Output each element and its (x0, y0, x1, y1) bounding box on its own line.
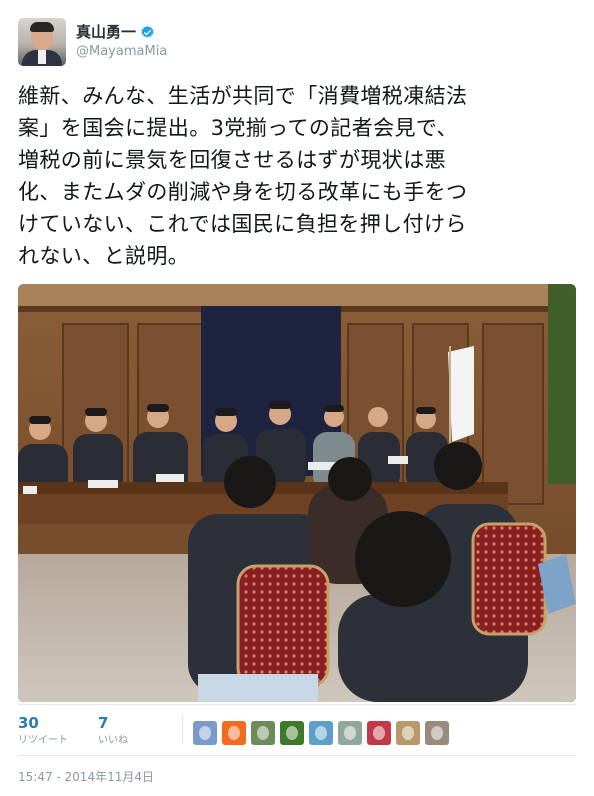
retweet-stat[interactable]: 30 リツイート (18, 714, 68, 748)
tweet-timestamp[interactable]: 15:47 - 2014年11月4日 (18, 769, 154, 785)
user-names: 真山勇一 @MayamaMia (76, 23, 167, 61)
tweet-text: 維新、みんな、生活が共同で「消費増税凍結法 案」を国会に提出。3党揃っての記者会… (18, 84, 468, 268)
liker-avatar-9[interactable] (425, 721, 449, 745)
liker-avatar-3[interactable] (251, 721, 275, 745)
liker-avatar-4[interactable] (280, 721, 304, 745)
user-handle[interactable]: @MayamaMia (76, 43, 167, 61)
liker-avatar-2[interactable] (222, 721, 246, 745)
divider (18, 755, 576, 756)
divider (18, 704, 576, 705)
liker-avatars (193, 721, 454, 745)
like-count[interactable]: 7 (98, 714, 128, 732)
liker-avatar-7[interactable] (367, 721, 391, 745)
user-avatar[interactable] (18, 18, 66, 66)
liker-avatar-1[interactable] (193, 721, 217, 745)
verified-badge-icon (141, 25, 154, 38)
like-label: いいね (98, 735, 128, 746)
liker-avatar-8[interactable] (396, 721, 420, 745)
retweet-count[interactable]: 30 (18, 714, 68, 732)
tweet-stats: 30 リツイート 7 いいね (0, 704, 594, 756)
display-name[interactable]: 真山勇一 (76, 23, 136, 42)
liker-avatar-6[interactable] (338, 721, 362, 745)
retweet-label: リツイート (18, 735, 68, 746)
photo-illustration (18, 284, 576, 702)
like-stat[interactable]: 7 いいね (98, 714, 128, 748)
liker-avatar-5[interactable] (309, 721, 333, 745)
press-conference-photo[interactable] (18, 284, 576, 702)
divider (182, 714, 183, 744)
tweet-header: 真山勇一 @MayamaMia (18, 16, 167, 68)
